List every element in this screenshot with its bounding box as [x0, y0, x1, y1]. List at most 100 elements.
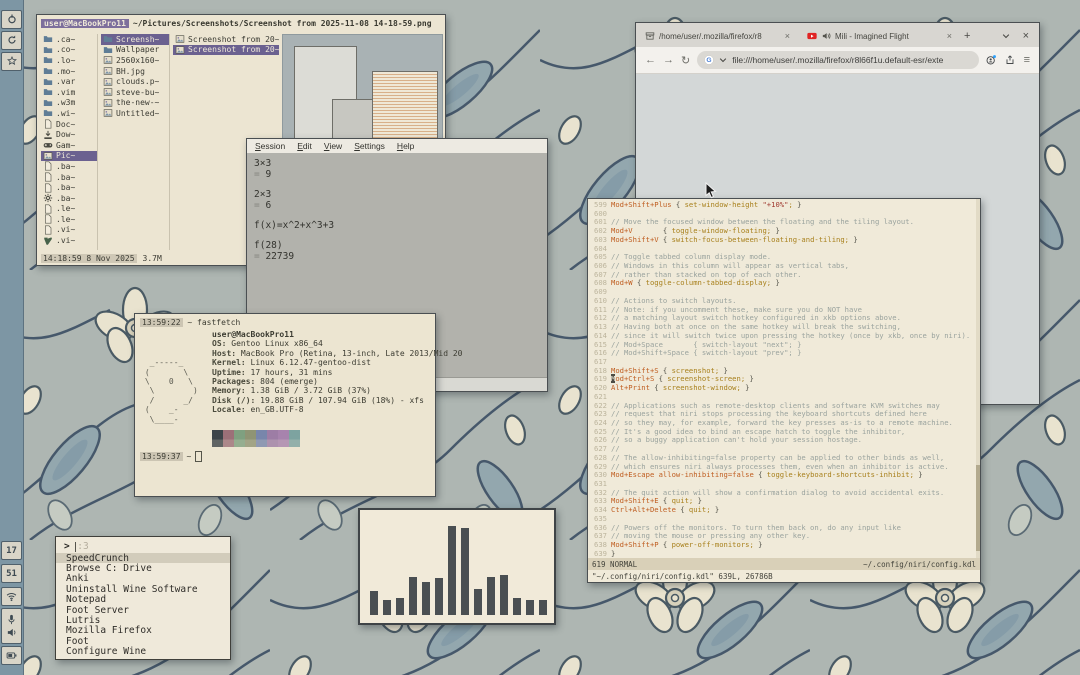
- editor-scrollbar[interactable]: [976, 199, 980, 558]
- dock-button-battery[interactable]: [1, 646, 22, 665]
- place-item[interactable]: .var: [41, 76, 97, 87]
- url-bar[interactable]: G file:///home/user/.mozilla/firefox/r8l…: [697, 51, 978, 69]
- place-item[interactable]: .wi~: [41, 108, 97, 119]
- share-icon[interactable]: [1005, 51, 1015, 69]
- directory-icon: [103, 45, 113, 55]
- menu-item[interactable]: Edit: [297, 141, 312, 151]
- place-item[interactable]: .co~: [41, 45, 97, 56]
- toolbar-actions: ≡: [986, 51, 1030, 69]
- back-icon[interactable]: ←: [645, 54, 656, 66]
- browser-tab[interactable]: Mili - Imagined Flight ×: [802, 27, 958, 45]
- place-item[interactable]: Gam~: [41, 140, 97, 151]
- tab-bar: /home/user/.mozilla/firefox/r8 × Mili - …: [636, 23, 1039, 47]
- dock-button-audio[interactable]: [1, 608, 22, 644]
- launcher-item-label: Lutris: [66, 615, 100, 626]
- directory-item[interactable]: clouds.p~: [101, 76, 169, 87]
- info-value: MacBook Pro (Retina, 13-inch, Late 2013/…: [236, 349, 462, 358]
- launcher-input[interactable]: > :3: [56, 540, 230, 553]
- place-item[interactable]: .ba~: [41, 182, 97, 193]
- prompt-cwd: ~: [187, 452, 192, 461]
- launcher-item[interactable]: Mozilla Firefox: [56, 626, 230, 636]
- launcher-item[interactable]: Lutris: [56, 615, 230, 625]
- dock-button-network[interactable]: [1, 587, 22, 606]
- menu-item[interactable]: View: [324, 141, 342, 151]
- menu-item[interactable]: Settings: [354, 141, 385, 151]
- reload-icon[interactable]: ↻: [681, 54, 690, 67]
- dock-button[interactable]: [1, 10, 22, 29]
- place-label: Dow~: [56, 130, 75, 139]
- launcher-item-label: Uninstall Wine Software: [66, 584, 198, 595]
- chevron-down-icon[interactable]: [718, 55, 728, 66]
- place-label: Pic~: [56, 151, 75, 160]
- editor-text-area[interactable]: 599Mod+Shift+Plus { set-window-height "+…: [588, 199, 980, 558]
- place-item[interactable]: .ba~: [41, 193, 97, 204]
- menu-item[interactable]: Help: [397, 141, 414, 151]
- launcher-item[interactable]: Anki: [56, 574, 230, 584]
- fastfetch-terminal-window[interactable]: 13:59:22 ~ fastfetch _-----_ ( \ \ 0 \ \…: [134, 313, 436, 497]
- search-engine-icon[interactable]: G: [704, 55, 714, 66]
- scrollbar-thumb[interactable]: [976, 465, 980, 551]
- window-close-icon[interactable]: ×: [1017, 30, 1035, 42]
- place-item[interactable]: .w3m: [41, 98, 97, 109]
- terminal-cursor: [195, 451, 202, 462]
- chart-bar: [409, 577, 417, 615]
- place-item[interactable]: .lo~: [41, 55, 97, 66]
- chart-bar: [370, 591, 378, 615]
- dock-button[interactable]: [1, 52, 22, 71]
- place-item[interactable]: .ca~: [41, 34, 97, 45]
- tab-close-icon[interactable]: ×: [784, 31, 791, 41]
- directory-label: BH.jpg: [116, 67, 145, 76]
- directory-item[interactable]: Screensh~: [101, 34, 169, 45]
- place-item[interactable]: .mo~: [41, 66, 97, 77]
- account-icon[interactable]: [986, 51, 996, 69]
- directory-item[interactable]: Untitled~: [101, 108, 169, 119]
- launcher-item[interactable]: Configure Wine: [56, 647, 230, 657]
- chart-bar: [474, 589, 482, 615]
- directory-label: clouds.p~: [116, 77, 159, 86]
- info-value: Gentoo Linux x86_64: [226, 339, 322, 348]
- history-entry: f(x)=x^2+x^3+3: [254, 220, 540, 231]
- palette-swatch: [212, 430, 223, 447]
- history-result: 9: [265, 169, 271, 180]
- place-item[interactable]: .le~: [41, 204, 97, 215]
- browser-tab[interactable]: /home/user/.mozilla/firefox/r8 ×: [640, 27, 796, 45]
- place-item[interactable]: Pic~: [41, 151, 97, 162]
- place-icon: [43, 108, 53, 118]
- place-item[interactable]: .ba~: [41, 161, 97, 172]
- launcher-item[interactable]: Foot: [56, 636, 230, 646]
- palette-swatch: [223, 430, 234, 447]
- file-item[interactable]: Screenshot from 20~: [173, 34, 279, 45]
- place-item[interactable]: .ba~: [41, 172, 97, 183]
- launcher-item[interactable]: Browse C: Drive: [56, 563, 230, 573]
- directory-item[interactable]: Wallpaper: [101, 45, 169, 56]
- menu-item[interactable]: Session: [255, 141, 285, 151]
- place-icon: [43, 77, 53, 87]
- forward-icon[interactable]: →: [663, 54, 674, 66]
- calculator-menubar: Session Edit View Settings Help: [247, 139, 547, 153]
- launcher-item[interactable]: Uninstall Wine Software: [56, 584, 230, 594]
- dock-button[interactable]: [1, 31, 22, 50]
- launcher-item[interactable]: Foot Server: [56, 605, 230, 615]
- file-label: Screenshot from 20~: [188, 35, 279, 44]
- directory-item[interactable]: BH.jpg: [101, 66, 169, 77]
- tab-close-icon[interactable]: ×: [946, 31, 953, 41]
- menu-icon[interactable]: ≡: [1024, 54, 1030, 66]
- place-item[interactable]: .vi~: [41, 225, 97, 236]
- launcher-item[interactable]: Notepad: [56, 595, 230, 605]
- place-item[interactable]: Dow~: [41, 129, 97, 140]
- place-icon: [43, 172, 53, 182]
- place-item[interactable]: .vi~: [41, 235, 97, 246]
- place-item[interactable]: .vim: [41, 87, 97, 98]
- place-item[interactable]: Doc~: [41, 119, 97, 130]
- file-item[interactable]: Screenshot from 20~: [173, 45, 279, 56]
- tab-audio-icon[interactable]: [821, 31, 831, 41]
- directory-item[interactable]: the-new-~: [101, 98, 169, 109]
- logo-line: \____-: [140, 415, 212, 424]
- directory-item[interactable]: steve-bu~: [101, 87, 169, 98]
- new-tab-button[interactable]: +: [958, 30, 976, 42]
- directory-item[interactable]: 2560x160~: [101, 55, 169, 66]
- place-icon: [43, 119, 53, 129]
- launcher-item[interactable]: SpeedCrunch: [56, 553, 230, 563]
- place-item[interactable]: .le~: [41, 214, 97, 225]
- list-tabs-icon[interactable]: [995, 30, 1017, 42]
